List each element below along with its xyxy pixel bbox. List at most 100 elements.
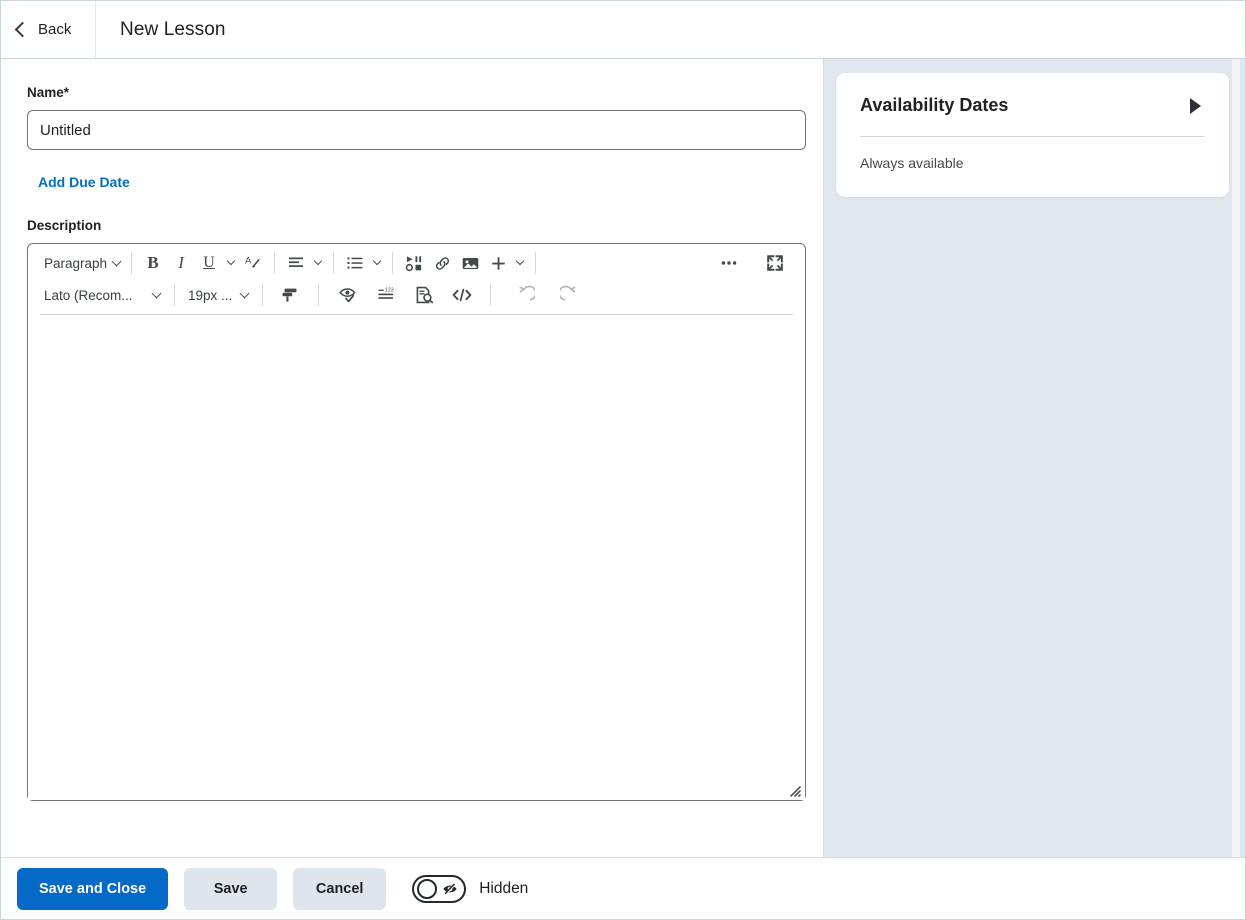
cancel-button[interactable]: Cancel [293,867,387,910]
italic-icon: I [178,253,184,272]
card-divider [860,136,1205,137]
availability-dates-title: Availability Dates [860,95,1009,115]
plus-icon [491,256,505,270]
toolbar-divider [131,252,133,274]
redo-icon [559,285,575,300]
font-family-value: Lato (Recom... [44,287,133,303]
underline-button[interactable]: U [195,249,223,277]
paragraph-style-select[interactable]: Paragraph [38,249,124,277]
format-painter-icon [282,288,297,302]
toolbar-divider [535,252,537,274]
toolbar-divider [262,284,263,306]
toolbar-divider [318,284,319,306]
bold-icon: B [147,253,159,272]
chevron-down-icon [226,256,236,266]
insert-image-button[interactable] [456,249,484,277]
preview-document-icon [416,286,434,304]
fullscreen-button[interactable] [761,249,789,277]
save-and-close-button[interactable]: Save and Close [17,867,169,910]
undo-icon [519,285,535,300]
eye-slash-icon [440,879,460,899]
new-lesson-page: Back New Lesson Name* Add Due Date Descr… [0,0,1246,920]
insert-more-options-button[interactable] [512,249,528,277]
underline-options-button[interactable] [223,249,239,277]
chevron-down-icon [111,256,122,266]
align-button[interactable] [282,249,310,277]
chevron-left-icon [14,21,31,38]
html-source-button[interactable] [448,281,476,309]
side-panel-column: Availability Dates Always available [824,59,1245,857]
bold-button[interactable]: B [139,249,167,277]
underline-icon: U [203,254,215,271]
page-header: Back New Lesson [1,1,1245,59]
word-count-button[interactable]: 123 [372,281,400,309]
chevron-down-icon [151,288,162,298]
availability-status-text: Always available [860,155,964,171]
image-icon [462,257,478,269]
add-due-date-link[interactable]: Add Due Date [38,174,130,190]
toolbar-divider [274,252,276,274]
name-input[interactable] [27,110,806,150]
html-source-icon [452,288,472,302]
availability-dates-header[interactable]: Availability Dates [860,95,1205,116]
main-content-column: Name* Add Due Date Description Paragraph… [1,59,824,857]
chevron-down-icon [313,256,323,266]
font-size-select[interactable]: 19px ... [182,281,252,309]
save-button[interactable]: Save [184,867,278,910]
description-editor: Paragraph B I U A Lato (Recom... 19px ..… [27,243,806,801]
accessibility-check-icon [339,288,356,303]
chevron-down-icon [239,288,250,298]
font-family-select[interactable]: Lato (Recom... [38,281,164,309]
back-button[interactable]: Back [1,1,96,58]
font-size-value: 19px ... [188,287,233,303]
toolbar-divider [392,252,394,274]
ellipsis-icon [721,261,737,265]
insert-link-button[interactable] [428,249,456,277]
align-left-icon [289,257,304,267]
clear-formatting-button[interactable]: A [239,249,267,277]
action-footer: Save and Close Save Cancel Hidden [1,857,1245,919]
availability-dates-card: Availability Dates Always available [836,73,1229,197]
toggle-knob [417,878,438,899]
triangle-right-icon [1190,97,1201,114]
svg-text:123: 123 [385,287,394,293]
insert-more-button[interactable] [484,249,512,277]
description-field-label: Description [27,218,102,233]
preview-button[interactable] [410,281,438,309]
insert-media-icon [405,255,421,271]
page-body: Name* Add Due Date Description Paragraph… [1,59,1245,857]
resize-grip-icon [790,786,801,797]
format-painter-button[interactable] [276,281,304,309]
toolbar-divider [333,252,335,274]
visibility-switch[interactable] [412,874,467,903]
expand-fullscreen-icon [767,255,783,271]
more-options-button[interactable] [715,249,743,277]
editor-toolbar-row-2: Lato (Recom... 19px ... 123 [28,278,805,312]
accessibility-check-button[interactable] [334,281,362,309]
toolbar-divider [174,284,175,306]
description-text-area[interactable] [28,315,805,800]
list-button[interactable] [341,249,369,277]
chevron-down-icon [372,256,382,266]
align-options-button[interactable] [310,249,326,277]
insert-stuff-button[interactable] [400,249,428,277]
italic-button[interactable]: I [167,249,195,277]
word-count-icon: 123 [378,287,394,299]
toolbar-divider [490,284,491,306]
name-field-label: Name* [27,85,799,100]
page-scrollbar[interactable] [1232,59,1240,857]
visibility-toggle[interactable]: Hidden [412,874,528,903]
a-with-pen-icon: A [244,255,260,268]
back-button-label: Back [38,21,72,38]
paragraph-style-value: Paragraph [44,255,108,271]
bulleted-list-icon [347,257,363,269]
chevron-down-icon [515,256,525,266]
list-options-button[interactable] [369,249,385,277]
redo-button[interactable] [556,281,584,309]
name-label-text: Name [27,85,64,100]
undo-button[interactable] [510,281,538,309]
editor-resize-handle[interactable] [787,783,801,797]
required-indicator: * [63,85,70,100]
svg-text:A: A [244,255,251,266]
page-title: New Lesson [120,18,226,40]
